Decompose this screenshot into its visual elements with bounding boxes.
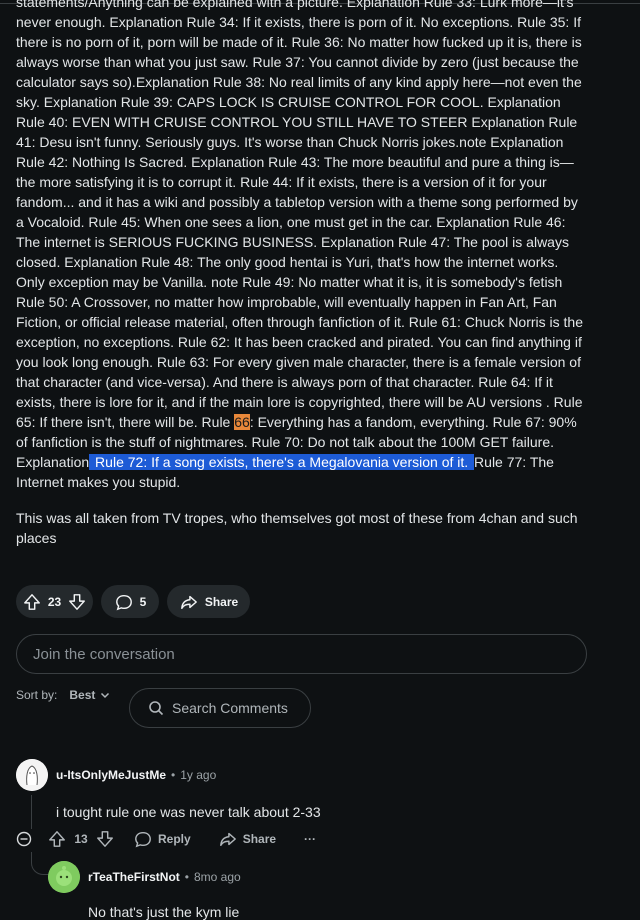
search-icon — [149, 701, 164, 716]
comment-time: 8mo ago — [194, 870, 241, 884]
search-placeholder: Search Comments — [172, 700, 288, 716]
join-conversation-input[interactable]: Join the conversation — [16, 634, 587, 674]
chevron-down-icon — [101, 692, 110, 699]
post-action-bar: 23 5 Share — [16, 585, 250, 618]
comment-author[interactable]: u-ItsOnlyMeJustMe — [56, 768, 166, 782]
comment-text: No that's just the kym lie — [88, 904, 240, 920]
thread-line — [31, 795, 32, 829]
upvote-icon[interactable] — [48, 830, 66, 848]
post-body: statements/Anything can be explained wit… — [16, 0, 584, 548]
reply-button[interactable]: Reply — [134, 830, 191, 848]
reply-connector — [31, 852, 48, 875]
share-label: Share — [204, 594, 239, 609]
vote-control: 23 — [16, 585, 93, 618]
sort-control: Sort by: Best — [16, 688, 111, 702]
sort-dropdown[interactable]: Best — [69, 688, 111, 702]
share-button[interactable]: Share — [219, 830, 276, 848]
avatar[interactable] — [16, 759, 48, 791]
vote-count: 23 — [47, 594, 62, 609]
avatar[interactable] — [48, 861, 80, 893]
separator-dot: • — [171, 768, 176, 782]
comment-meta: u-ItsOnlyMeJustMe • 1y ago — [56, 768, 216, 782]
upvote-icon[interactable] — [22, 592, 42, 612]
sort-value: Best — [69, 688, 96, 702]
downvote-icon[interactable] — [67, 592, 87, 612]
post-text-a: statements/Anything can be explained wit… — [16, 0, 584, 430]
reply-label: Reply — [158, 832, 191, 846]
selected-text[interactable]: Rule 72: If a song exists, there's a Meg… — [89, 454, 475, 470]
comment-text: i tought rule one was never talk about 2… — [56, 804, 321, 820]
comment-count: 5 — [139, 594, 147, 609]
share-button[interactable]: Share — [167, 585, 250, 618]
more-options-button[interactable]: ··· — [304, 832, 316, 846]
post-paragraph-2: This was all taken from TV tropes, who t… — [16, 510, 578, 546]
post-paragraph-1: statements/Anything can be explained wit… — [16, 0, 584, 492]
comment-meta: rTeaTheFirstNot • 8mo ago — [88, 870, 241, 884]
comment-time: 1y ago — [180, 768, 217, 782]
comment-action-bar: 13 Reply Share ··· — [16, 830, 316, 848]
vote-count: 13 — [74, 832, 88, 846]
join-placeholder: Join the conversation — [33, 645, 175, 663]
share-icon — [179, 592, 199, 612]
share-label: Share — [242, 832, 277, 846]
comments-button[interactable]: 5 — [101, 585, 159, 618]
comment-icon — [114, 592, 134, 612]
collapse-icon[interactable] — [16, 830, 32, 848]
comment-icon — [135, 831, 151, 848]
downvote-icon[interactable] — [96, 830, 114, 848]
comment-author[interactable]: rTeaTheFirstNot — [88, 870, 180, 884]
search-highlight: 66 — [234, 414, 250, 430]
search-comments-input[interactable]: Search Comments — [129, 688, 311, 728]
separator-dot: • — [184, 870, 189, 884]
sort-label: Sort by: — [16, 688, 58, 702]
share-icon — [219, 832, 236, 847]
